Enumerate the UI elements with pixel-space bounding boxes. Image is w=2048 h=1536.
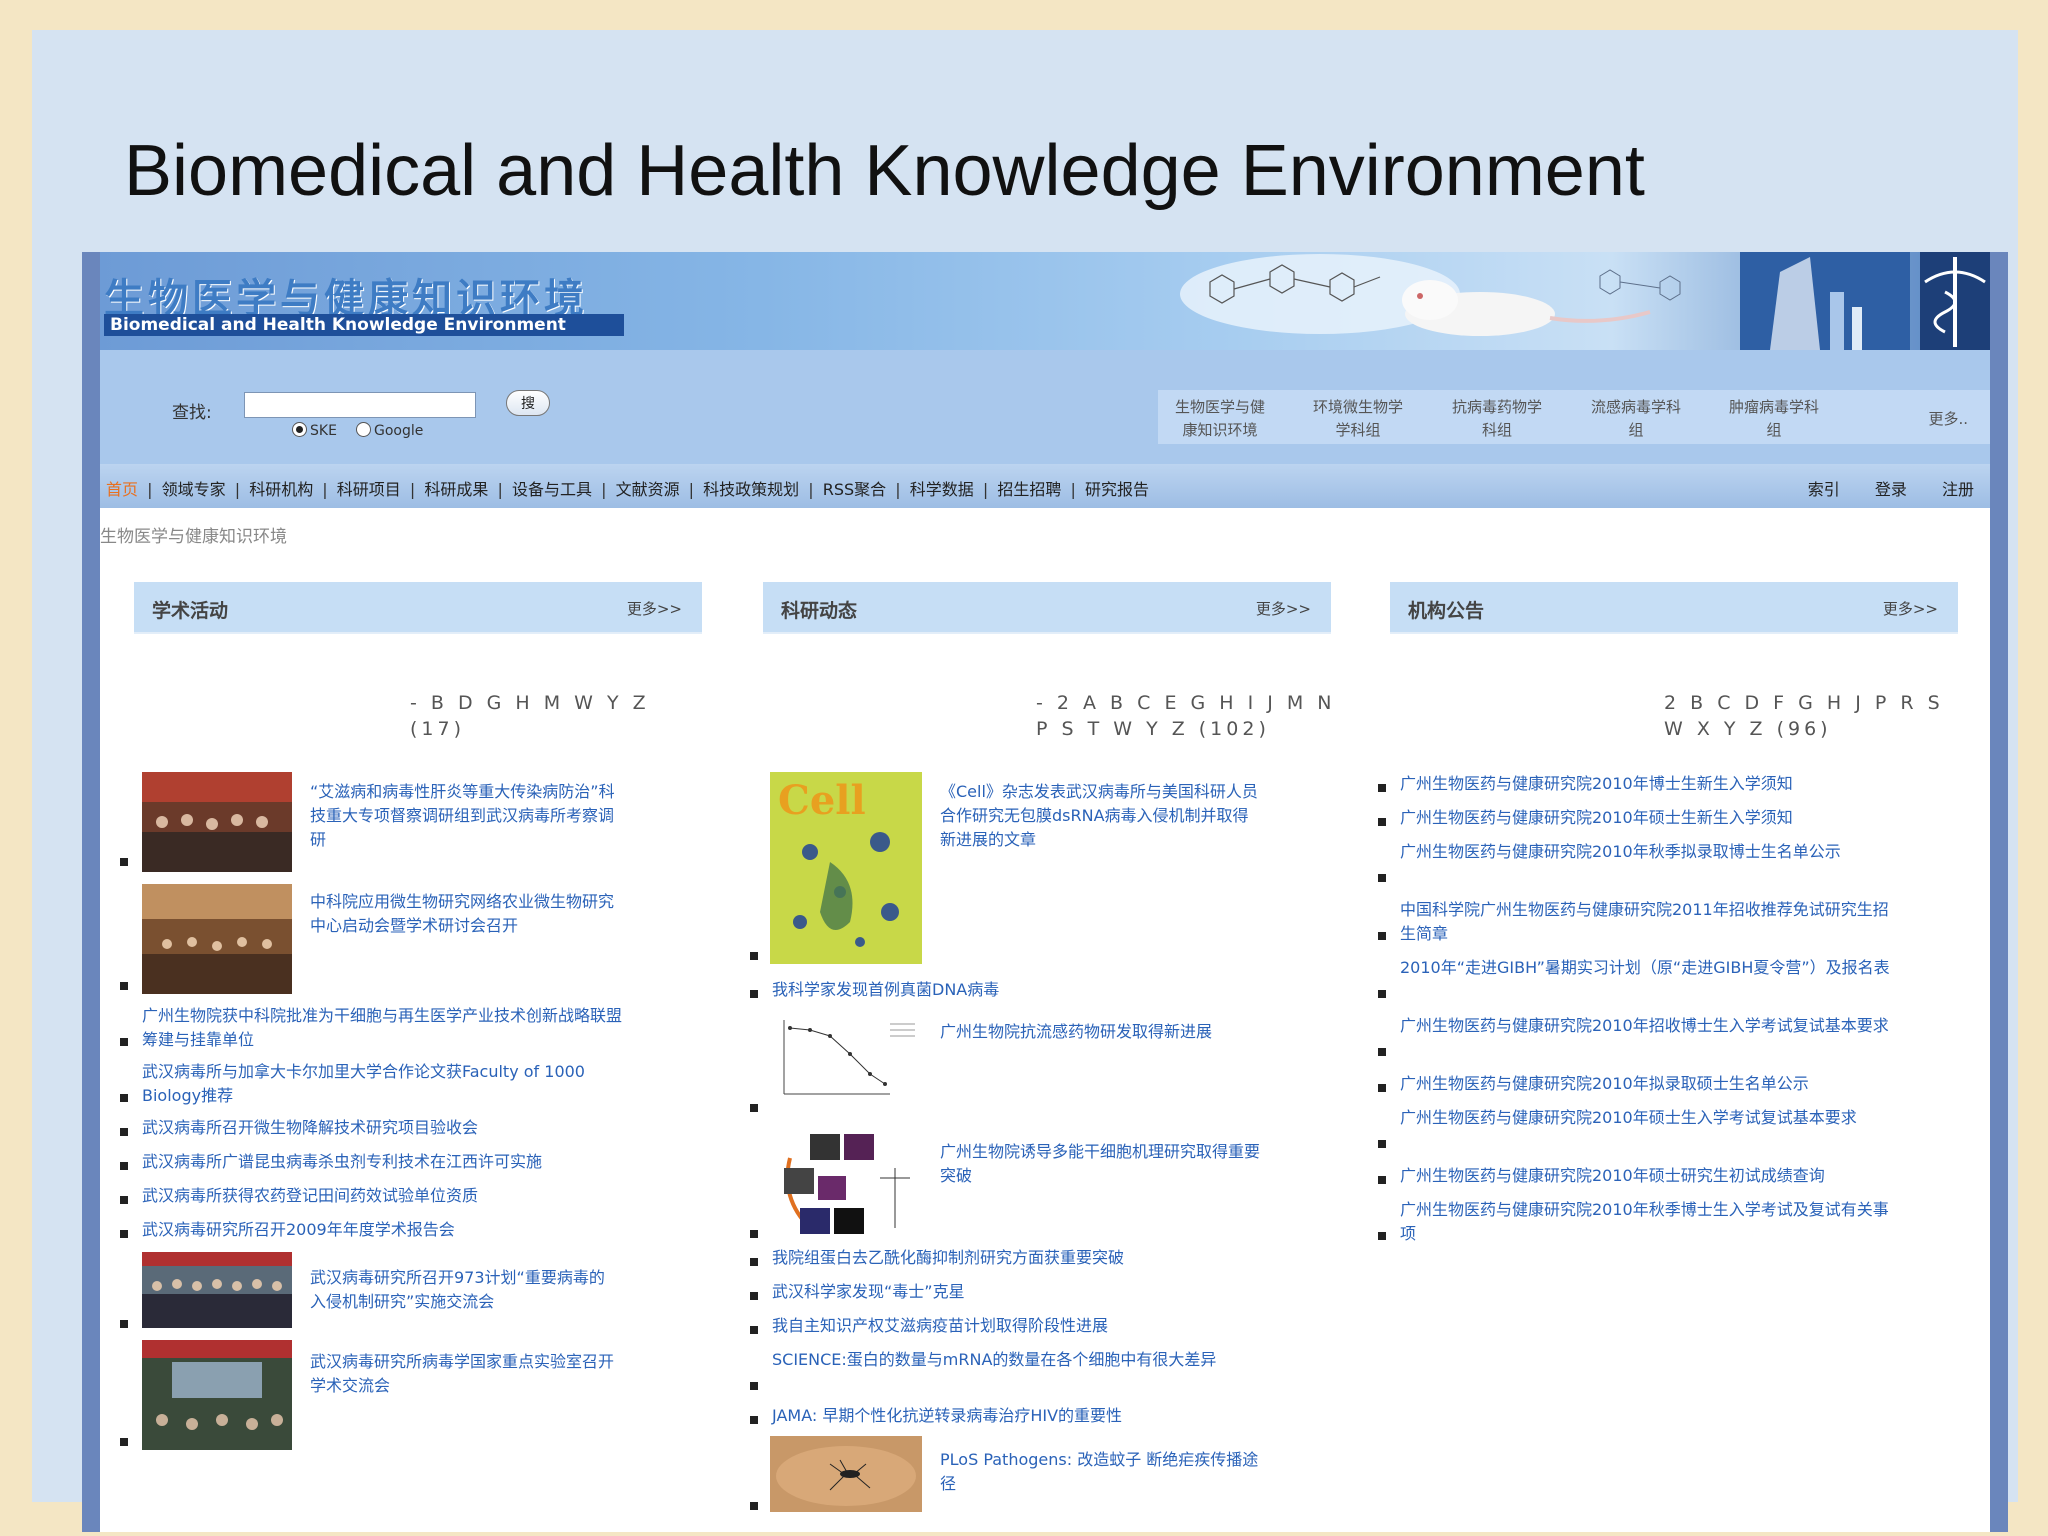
list-item-link[interactable]: 广州生物医药与健康研究院2010年招收博士生入学考试复试基本要求 <box>1400 1014 1890 1038</box>
website-content: 生物医学与健康知识环境 Biomedical and Health Knowle… <box>100 252 1990 1532</box>
list-item-link[interactable]: 广州生物医药与健康研究院2010年硕士研究生初试成绩查询 <box>1400 1164 1890 1188</box>
list-bullet <box>1378 1048 1386 1056</box>
list-item-link[interactable]: 2010年“走进GIBH”暑期实习计划（原“走进GIBH夏令营”）及报名表 <box>1400 956 1890 980</box>
announcements-list: 广州生物医药与健康研究院2010年博士生新生入学须知 广州生物医药与健康研究院2… <box>100 252 1990 1532</box>
list-bullet <box>1378 874 1386 882</box>
slide-background: Biomedical and Health Knowledge Environm… <box>32 30 2018 1532</box>
list-bullet <box>1378 784 1386 792</box>
list-item-link[interactable]: 广州生物医药与健康研究院2010年硕士生入学考试复试基本要求 <box>1400 1106 1890 1130</box>
slide-title: Biomedical and Health Knowledge Environm… <box>124 131 1645 211</box>
list-bullet <box>1378 1140 1386 1148</box>
list-bullet <box>1378 932 1386 940</box>
list-bullet <box>1378 990 1386 998</box>
list-item-link[interactable]: 广州生物医药与健康研究院2010年博士生新生入学须知 <box>1400 772 1890 796</box>
list-item-link[interactable]: 广州生物医药与健康研究院2010年拟录取硕士生名单公示 <box>1400 1072 1890 1096</box>
list-bullet <box>1378 1084 1386 1092</box>
list-bullet <box>1378 1232 1386 1240</box>
list-bullet <box>1378 818 1386 826</box>
list-item-link[interactable]: 广州生物医药与健康研究院2010年硕士生新生入学须知 <box>1400 806 1890 830</box>
list-item-link[interactable]: 中国科学院广州生物医药与健康研究院2011年招收推荐免试研究生招生简章 <box>1400 898 1890 946</box>
website-screenshot: 生物医学与健康知识环境 Biomedical and Health Knowle… <box>82 252 2008 1532</box>
list-bullet <box>1378 1176 1386 1184</box>
list-item-link[interactable]: 广州生物医药与健康研究院2010年秋季博士生入学考试及复试有关事项 <box>1400 1198 1890 1246</box>
list-item-link[interactable]: 广州生物医药与健康研究院2010年秋季拟录取博士生名单公示 <box>1400 840 1890 864</box>
